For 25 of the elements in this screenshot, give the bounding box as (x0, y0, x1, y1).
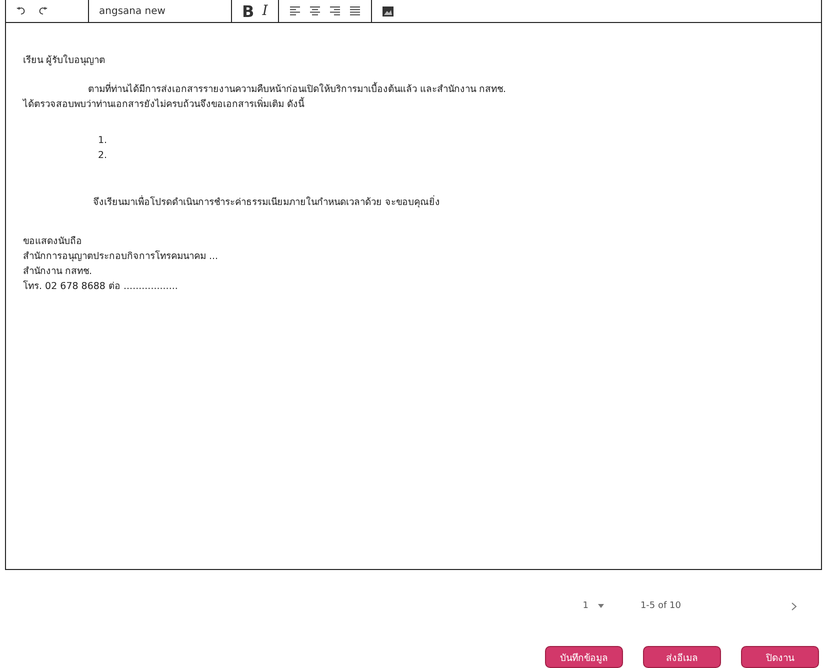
action-button[interactable]: ปิดงาน (741, 646, 819, 668)
image-icon[interactable] (382, 6, 394, 16)
salutation: เรียน ผู้รับใบอนุญาต (23, 54, 106, 68)
align-center-icon[interactable] (308, 6, 321, 16)
action-button[interactable]: ส่งอีเมล (643, 646, 721, 668)
list-number: 2. (97, 149, 108, 163)
page-range: 1-5 of 10 (640, 601, 681, 611)
align-left-icon[interactable] (288, 6, 301, 16)
body-text: ได้ตรวจสอบพบว่าท่านเอกสารยังไม่ครบถ้วนจึงขอเอกสารเพิ่มเติม ดังนี้ (23, 97, 306, 112)
signature-line: สำนักงาน กสทช. (23, 265, 94, 279)
closing-text: จึงเรียนมาเพื่อโปรดดำเนินการชำระค่าธรรมเนียมภายในกำหนดเวลาด้วย จะขอบคุณยิ่ง (92, 195, 442, 210)
action-button[interactable]: บันทึกข้อมูล (545, 646, 623, 668)
next-page-icon[interactable] (791, 602, 797, 610)
caret-icon (598, 604, 604, 608)
signature-line: สำนักการอนุญาตประกอบกิจการโทรคมนาคม ... (23, 249, 220, 264)
body-text: ตามที่ท่านได้มีการส่งเอกสารรายงานความคืบหน้าก่อนเปิดให้บริการมาเบื้องต้นแล้ว และสำนักงาน กสทช. (87, 82, 508, 97)
signature-line: โทร. 02 678 8688 ต่อ .................. (23, 279, 179, 294)
bold-button[interactable]: B (242, 2, 254, 20)
list-number: 1. (97, 134, 108, 148)
page-select[interactable]: 1 (576, 600, 610, 612)
justify-icon[interactable] (348, 6, 361, 16)
italic-button[interactable]: I (262, 3, 268, 19)
signature-line: ขอแสดงนับถือ (23, 235, 83, 249)
align-right-icon[interactable] (328, 6, 341, 16)
font-select[interactable]: angsana new (99, 6, 166, 16)
